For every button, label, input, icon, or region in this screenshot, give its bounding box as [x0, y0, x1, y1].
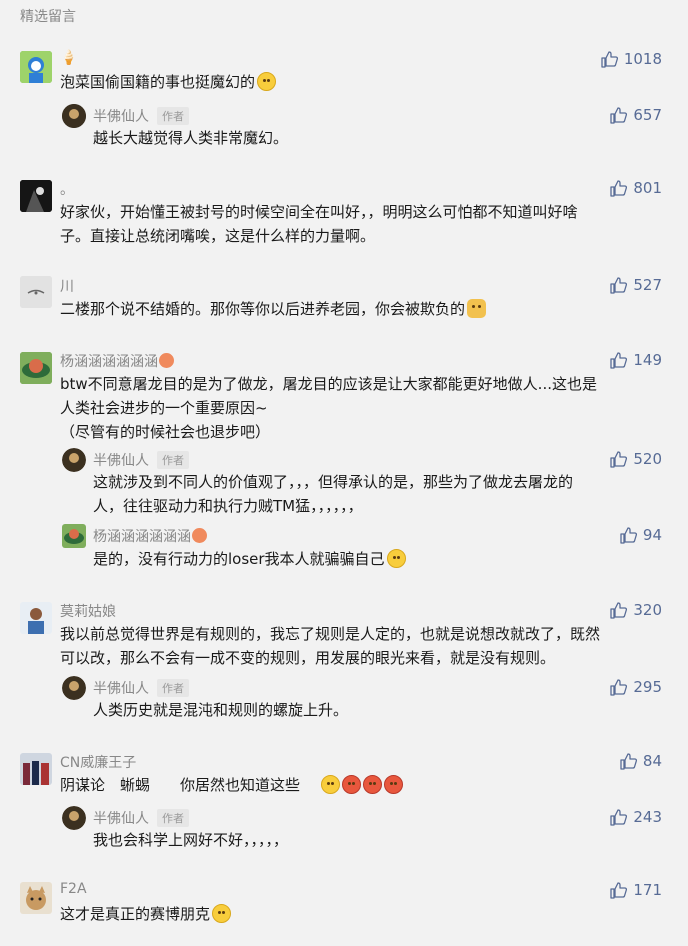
comment-text: 泡菜国偷国籍的事也挺魔幻的 [60, 70, 277, 94]
avatar[interactable] [20, 51, 52, 83]
crying-emoji [212, 904, 232, 923]
thumbs-up-icon [610, 881, 628, 899]
angry-emoji [362, 775, 382, 794]
comment-author[interactable]: 杨涵涵涵涵涵涵 [93, 526, 207, 546]
avatar[interactable] [20, 753, 52, 785]
like-count: 295 [633, 678, 662, 696]
comment-author[interactable]: 川 [60, 276, 74, 296]
thumbs-up-icon [610, 106, 628, 124]
avatar[interactable] [20, 276, 52, 308]
shocked-emoji [320, 775, 340, 794]
thumbs-up-icon [610, 450, 628, 468]
author-badge: 作者 [157, 451, 189, 469]
thumbs-up-icon [610, 276, 628, 294]
section-title: 精选留言 [20, 9, 76, 25]
thumbs-up-icon [620, 526, 637, 544]
comment-text: 好家伙，开始懂王被封号的时候空间全在叫好，，明明这么可怕都不知道叫好啥 子。直接… [60, 203, 578, 245]
comment-text: 是的，没有行动力的loser我本人就骗骗自己 [93, 547, 406, 571]
comment-text: 我以前总觉得世界是有规则的，我忘了规则是人定的，也就是说想改就改了，既然 可以改… [60, 625, 601, 667]
like-count: 527 [633, 276, 662, 294]
like-button[interactable]: 94 [620, 526, 662, 544]
comment-author[interactable]: 。 [60, 179, 74, 199]
peach-emoji [192, 528, 207, 543]
comment-author[interactable]: 杨涵涵涵涵涵涵 [60, 351, 174, 371]
comment-author[interactable]: 半佛仙人 作者 [93, 678, 189, 698]
avatar[interactable] [62, 806, 86, 830]
comment-text: 这就涉及到不同人的价值观了，，，但得承认的是，那些为了做龙去屠龙的 人，往往驱动… [93, 473, 574, 515]
like-button[interactable]: 527 [610, 276, 662, 294]
avatar[interactable] [62, 104, 86, 128]
like-count: 320 [633, 601, 662, 619]
like-button[interactable]: 801 [610, 179, 662, 197]
like-button[interactable]: 243 [610, 808, 662, 826]
like-count: 84 [642, 752, 662, 770]
author-badge: 作者 [157, 679, 189, 697]
comment-author[interactable]: 莫莉姑娘 [60, 601, 116, 621]
comment-text: 越长大越觉得人类非常魔幻。 [93, 129, 289, 147]
comment-author[interactable]: 半佛仙人 作者 [93, 106, 189, 126]
like-count: 520 [633, 450, 662, 468]
comment-text: 二楼那个说不结婚的。那你等你以后进养老园，你会被欺负的 [60, 297, 487, 321]
like-button[interactable]: 171 [610, 881, 662, 899]
comment-text: 人类历史就是混沌和规则的螺旋上升。 [93, 701, 349, 719]
like-count: 243 [633, 808, 662, 826]
thumbs-up-icon [610, 351, 628, 369]
avatar[interactable] [62, 524, 86, 548]
thumbs-up-icon [620, 752, 637, 770]
author-badge: 作者 [157, 107, 189, 125]
thumbs-up-icon [601, 50, 618, 68]
avatar[interactable] [62, 448, 86, 472]
like-button[interactable]: 84 [620, 752, 662, 770]
like-button[interactable]: 320 [610, 601, 662, 619]
like-count: 149 [633, 351, 662, 369]
thumbs-up-icon [610, 678, 628, 696]
comment-text: 这才是真正的赛博朋克 [60, 902, 232, 926]
comment-text: 阴谋论 蜥蜴 你居然也知道这些 [60, 773, 403, 797]
avatar[interactable] [20, 602, 52, 634]
comment-text: btw不同意屠龙目的是为了做龙，屠龙目的应该是让大家都能更好地做人...这也是 … [60, 375, 597, 441]
thumbs-up-icon [610, 808, 628, 826]
like-count: 657 [633, 106, 662, 124]
angry-emoji [341, 775, 361, 794]
avatar[interactable] [20, 352, 52, 384]
like-count: 94 [642, 526, 662, 544]
smile-emoji [386, 549, 406, 568]
avatar[interactable] [62, 676, 86, 700]
author-badge: 作者 [157, 809, 189, 827]
comment-author[interactable]: 🍦 [60, 50, 77, 66]
like-count: 801 [633, 179, 662, 197]
like-button[interactable]: 295 [610, 678, 662, 696]
comment-author[interactable]: 半佛仙人 作者 [93, 808, 189, 828]
avatar[interactable] [20, 180, 52, 212]
cat-emoji [467, 299, 487, 318]
comment-text: 我也会科学上网好不好，，，，， [93, 831, 289, 849]
angry-emoji [383, 775, 403, 794]
like-button[interactable]: 1018 [601, 50, 662, 68]
like-button[interactable]: 520 [610, 450, 662, 468]
like-count: 1018 [623, 50, 662, 68]
comment-author[interactable]: 半佛仙人 作者 [93, 450, 189, 470]
comment-author[interactable]: F2A [60, 881, 87, 897]
like-count: 171 [633, 881, 662, 899]
comment-author[interactable]: CN威廉王子 [60, 752, 136, 772]
avatar[interactable] [20, 882, 52, 914]
like-button[interactable]: 657 [610, 106, 662, 124]
thumbs-up-icon [610, 179, 628, 197]
peach-emoji [159, 353, 174, 368]
thumbs-up-icon [610, 601, 628, 619]
smirk-emoji [257, 72, 277, 91]
like-button[interactable]: 149 [610, 351, 662, 369]
